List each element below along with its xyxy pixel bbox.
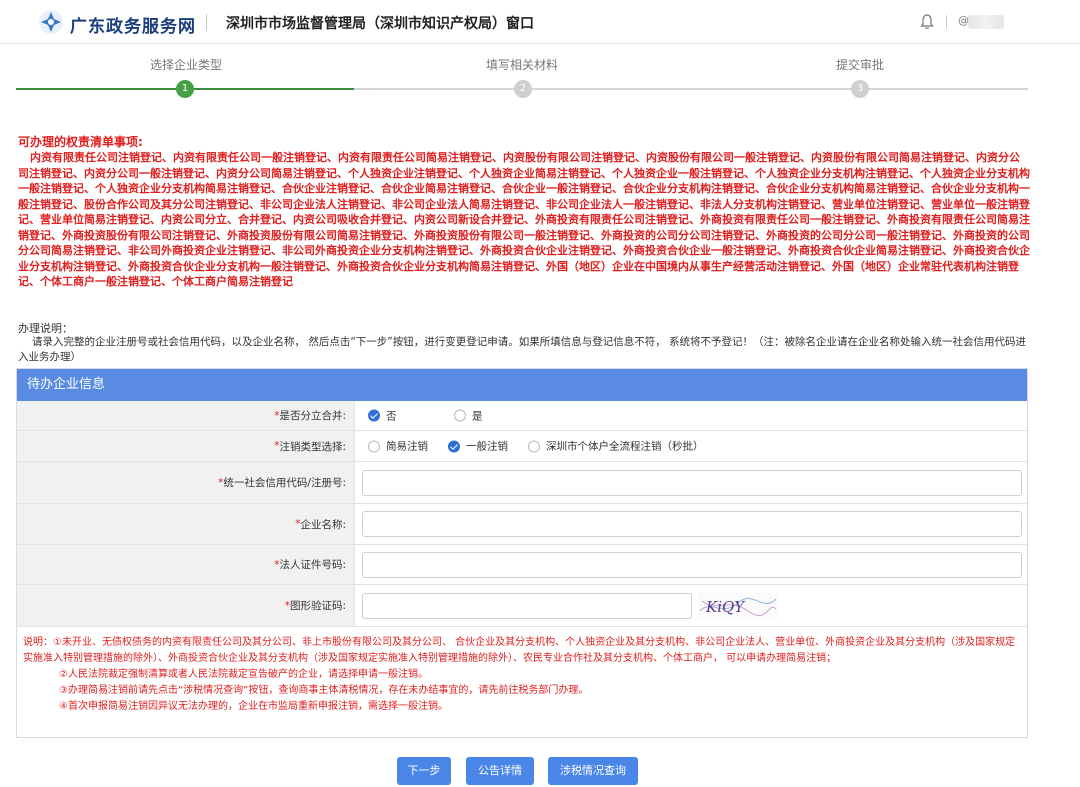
row-legal-id: * 法人证件号码: bbox=[17, 545, 1027, 585]
radio-simple-cancel[interactable]: 简易注销 bbox=[368, 439, 428, 454]
row-company-name: * 企业名称: bbox=[17, 504, 1027, 545]
step-dot-3: 3 bbox=[851, 80, 869, 98]
user-name-blurred[interactable] bbox=[968, 15, 1004, 29]
credit-code-input[interactable] bbox=[362, 469, 1022, 496]
user-divider bbox=[946, 15, 947, 29]
window-title: 深圳市市场监督管理局（深圳市知识产权局）窗口 bbox=[226, 16, 534, 32]
next-button[interactable]: 下一步 bbox=[397, 757, 451, 785]
row-captcha: * 图形验证码: KiQY bbox=[17, 585, 1027, 627]
pending-company-panel: 待办企业信息 *是否分立合并: 否 是 *注销类型选择: 简易注销 一般注销 bbox=[16, 368, 1028, 738]
step-dot-1: 1 bbox=[176, 80, 194, 98]
explain-item-2: ②人民法院裁定强制清算或者人民法院裁定宣告破产的企业，请选择申请一般注销。 bbox=[59, 669, 428, 680]
label-cancel-type: * 注销类型选择: bbox=[17, 431, 355, 461]
tax-query-button[interactable]: 涉税情况查询 bbox=[548, 757, 638, 785]
instruction-title: 办理说明： bbox=[18, 322, 73, 335]
captcha-text: KiQY bbox=[705, 598, 746, 616]
radio-unchecked-icon[interactable] bbox=[368, 440, 380, 452]
radio-general-cancel[interactable]: 一般注销 bbox=[448, 439, 508, 454]
rights-list-title: 可办理的权责清单事项: bbox=[18, 135, 143, 149]
row-cancel-type: * 注销类型选择: 简易注销 一般注销 深圳市个体户全流程注销（秒批） bbox=[17, 431, 1027, 462]
panel-title: 待办企业信息 bbox=[17, 369, 1027, 401]
step-label-2: 填写相关材料 bbox=[486, 58, 559, 72]
title-divider bbox=[206, 14, 207, 31]
explain-item-1: 说明：①未开业、无债权债务的内资有限责任公司及其分公司、非上市股份有限公司及其分… bbox=[23, 637, 1016, 664]
label-captcha: * 图形验证码: bbox=[17, 585, 355, 626]
company-name-input[interactable] bbox=[362, 511, 1022, 537]
notice-detail-button[interactable]: 公告详情 bbox=[466, 757, 534, 785]
radio-split-no[interactable]: 否 bbox=[368, 408, 397, 423]
step-label-1: 选择企业类型 bbox=[150, 58, 223, 72]
radio-shenzhen-individual-cancel[interactable]: 深圳市个体户全流程注销（秒批） bbox=[528, 439, 704, 454]
label-legal-id: * 法人证件号码: bbox=[17, 545, 355, 584]
cancel-explanation: 说明：①未开业、无债权债务的内资有限责任公司及其分公司、非上市股份有限公司及其分… bbox=[23, 635, 1023, 715]
bell-icon[interactable] bbox=[920, 14, 934, 30]
explain-item-3: ③办理简易注销前请先点击“涉税情况查询”按钮，查询商事主体清税情况，存在未办结事… bbox=[59, 685, 589, 696]
cancel-type-options: 简易注销 一般注销 深圳市个体户全流程注销（秒批） bbox=[356, 431, 1027, 461]
row-split-merge: * 是否分立合并: 否 是 bbox=[17, 401, 1027, 431]
radio-unchecked-icon[interactable] bbox=[454, 409, 466, 422]
label-credit-code: * 统一社会信用代码/注册号: bbox=[17, 462, 355, 503]
label-split-merge: * 是否分立合并: bbox=[17, 401, 355, 430]
radio-split-yes[interactable]: 是 bbox=[454, 408, 483, 423]
captcha-image[interactable]: KiQY bbox=[698, 593, 778, 619]
rights-list-text: 内资有限责任公司注销登记、内资有限责任公司一般注销登记、内资有限责任公司简易注销… bbox=[18, 151, 1030, 288]
legal-id-input[interactable] bbox=[362, 551, 1022, 578]
explain-item-4: ④首次申报简易注销因异议无法办理的，企业在市监局重新申报注销，需选择一般注销。 bbox=[59, 701, 448, 712]
site-name[interactable]: 广东政务服务网 bbox=[70, 12, 196, 37]
top-bar: 广东政务服务网 深圳市市场监督管理局（深圳市知识产权局）窗口 @ bbox=[0, 0, 1080, 44]
captcha-input[interactable] bbox=[362, 592, 692, 619]
row-credit-code: * 统一社会信用代码/注册号: bbox=[17, 462, 1027, 504]
site-logo-icon[interactable] bbox=[38, 9, 64, 35]
instruction-text: 请录入完整的企业注册号或社会信用代码，以及企业名称， 然后点击“下一步”按钮，进… bbox=[18, 336, 1027, 363]
step-dot-2: 2 bbox=[514, 80, 532, 98]
radio-checked-icon[interactable] bbox=[448, 440, 460, 452]
radio-unchecked-icon[interactable] bbox=[528, 440, 540, 452]
radio-checked-icon[interactable] bbox=[368, 409, 380, 422]
step-label-3: 提交审批 bbox=[836, 58, 885, 72]
label-company-name: * 企业名称: bbox=[17, 504, 355, 544]
split-merge-options: 否 是 bbox=[356, 401, 1027, 430]
progress-steps: 选择企业类型 填写相关材料 提交审批 1 2 3 bbox=[16, 50, 1028, 110]
